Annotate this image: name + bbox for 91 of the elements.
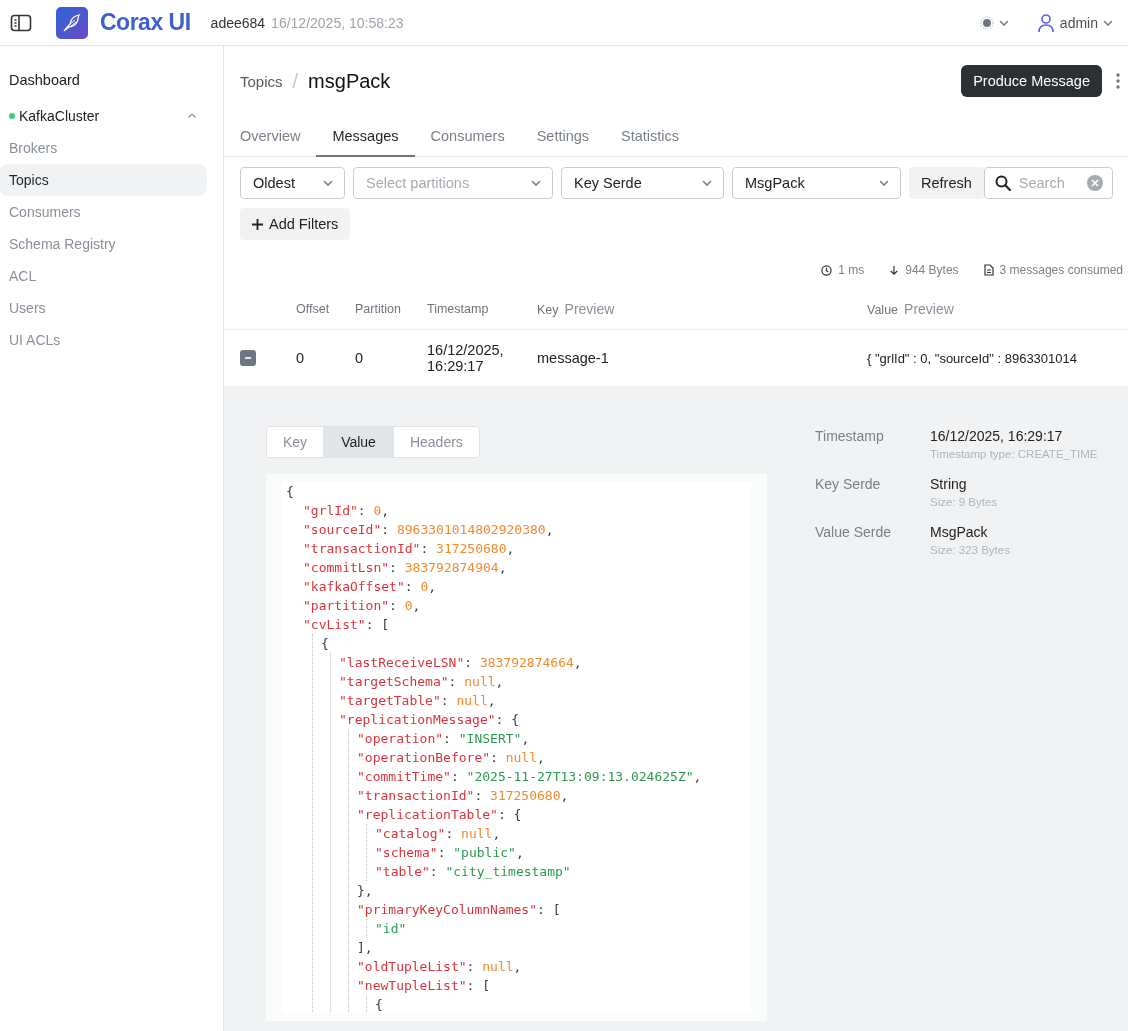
code-line: "newTupleList": [ — [357, 977, 492, 995]
logo-icon — [56, 6, 88, 39]
sidebar-item[interactable]: Dashboard — [0, 64, 207, 96]
stat-text: 1 ms — [838, 263, 865, 277]
code-line: "sourceId": 8963301014802920380, — [303, 521, 555, 539]
meta-value: String — [930, 476, 968, 492]
tab[interactable]: Messages — [316, 116, 415, 157]
cluster-name: KafkaCluster — [19, 108, 100, 124]
code-line: "transactionId": 317250680, — [303, 540, 516, 558]
meta-label: Key Serde — [815, 476, 882, 494]
search-field[interactable]: Search — [1018, 175, 1079, 191]
sidebar-toggle-icon[interactable] — [10, 13, 32, 32]
preview-label: Preview — [904, 301, 954, 317]
code-line: "oldTupleList": null, — [357, 958, 523, 976]
code-line: "replicationTable": { — [357, 806, 523, 824]
code-line: "table": "city_timestamp" — [375, 863, 572, 881]
column-header: Key — [537, 303, 559, 317]
table-cell-text: 0 — [355, 350, 365, 366]
column-header: Partition — [355, 302, 401, 316]
code-line: "schema": "public", — [375, 844, 525, 862]
code-line: "kafkaOffset": 0, — [303, 578, 438, 596]
meta-label: Value Serde — [815, 524, 892, 542]
theme-menu-button[interactable] — [979, 15, 1010, 30]
column-header: Timestamp — [427, 302, 489, 316]
meta-note: Size: 9 Bytes — [930, 496, 999, 508]
dropdown[interactable]: Key Serde — [561, 167, 724, 199]
code-line: "targetSchema": null, — [339, 673, 505, 691]
datetime: 16/12/2025, 10:58:23 — [271, 14, 404, 31]
add-filters-button[interactable]: Add Filters — [240, 208, 351, 240]
minus-icon — [244, 354, 252, 362]
column-header: Offset — [296, 302, 330, 316]
code-line: "targetTable": null, — [339, 692, 497, 710]
table-cell-text: 16/12/2025, 16:29:17 — [427, 342, 505, 374]
table-cell-text: { "grlId" : 0, "sourceId" : 8963301014 — [867, 350, 1078, 366]
tab[interactable]: Consumers — [414, 116, 521, 157]
code-line: "commitTime": "2025-11-27T13:09:13.024625Z", — [357, 768, 703, 786]
clear-icon[interactable] — [1086, 175, 1103, 191]
code-line: "catalog": null, — [375, 825, 502, 843]
refresh-button[interactable]: Refresh — [909, 167, 984, 199]
search-icon — [994, 175, 1011, 191]
sun-icon — [979, 15, 994, 30]
code-line: "replicationMessage": { — [339, 711, 521, 729]
dropdown[interactable]: MsgPack — [732, 167, 901, 199]
code-line: "commitLsn": 383792874904, — [303, 559, 508, 577]
code-line: "grlId": 0, — [303, 502, 391, 520]
document-icon — [983, 264, 994, 276]
clock-icon — [821, 264, 833, 276]
sidebar-group[interactable]: KafkaCluster — [0, 100, 207, 132]
breadcrumb-link[interactable]: Topics — [240, 72, 283, 90]
arrow-down-icon — [889, 264, 900, 276]
code-line: "partition": 0, — [303, 597, 422, 615]
search-bar[interactable]: Search — [983, 167, 1113, 199]
meta-label: Timestamp — [815, 428, 885, 446]
table-cell-text: 0 — [296, 350, 306, 366]
tab[interactable]: Overview — [224, 116, 317, 157]
code-line: "id" — [375, 920, 408, 938]
sidebar-item[interactable]: Topics — [0, 164, 207, 196]
account-menu[interactable]: admin — [1035, 12, 1114, 33]
meta-value: 16/12/2025, 16:29:17 — [930, 428, 1064, 444]
page-title: msgPack — [308, 69, 391, 93]
dropdown[interactable]: Oldest — [240, 167, 345, 199]
segment-tab[interactable]: Value — [323, 427, 394, 457]
code-line: "cvList": [ — [303, 616, 391, 634]
code-line: ], — [357, 939, 374, 957]
code-line: "primaryKeyColumnNames": [ — [357, 901, 562, 919]
app-name: Corax UI — [100, 9, 191, 36]
preview-label: Preview — [564, 301, 615, 317]
table-cell-text: message-1 — [537, 350, 610, 366]
code-line: "transactionId": 317250680, — [357, 787, 570, 805]
meta-note: Timestamp type: CREATE_TIME — [930, 448, 1098, 460]
tab[interactable]: Statistics — [605, 116, 696, 157]
breadcrumb-separator: / — [292, 69, 299, 93]
meta-value: MsgPack — [930, 524, 989, 540]
tab[interactable]: Settings — [520, 116, 606, 157]
code-line: { — [286, 483, 295, 501]
code-line: { — [375, 996, 384, 1013]
more-options-icon[interactable] — [1116, 72, 1120, 90]
collapse-toggle[interactable] — [240, 350, 256, 366]
column-header: Value — [867, 303, 899, 317]
code-line: "operation": "INSERT", — [357, 730, 531, 748]
code-line: }, — [357, 882, 374, 900]
code-line: "lastReceiveLSN": 383792874664, — [339, 654, 583, 672]
user-icon — [1035, 12, 1056, 33]
plus-icon — [252, 218, 263, 230]
meta-note: Size: 323 Bytes — [930, 544, 1011, 556]
produce-message-button[interactable]: Produce Message — [961, 65, 1102, 97]
code-line: "operationBefore": null, — [357, 749, 546, 767]
code-line: { — [321, 635, 330, 653]
user-id: adee684 — [210, 14, 266, 31]
stat-text: 3 messages consumed — [999, 263, 1123, 277]
stat-text: 944 Bytes — [905, 263, 959, 277]
